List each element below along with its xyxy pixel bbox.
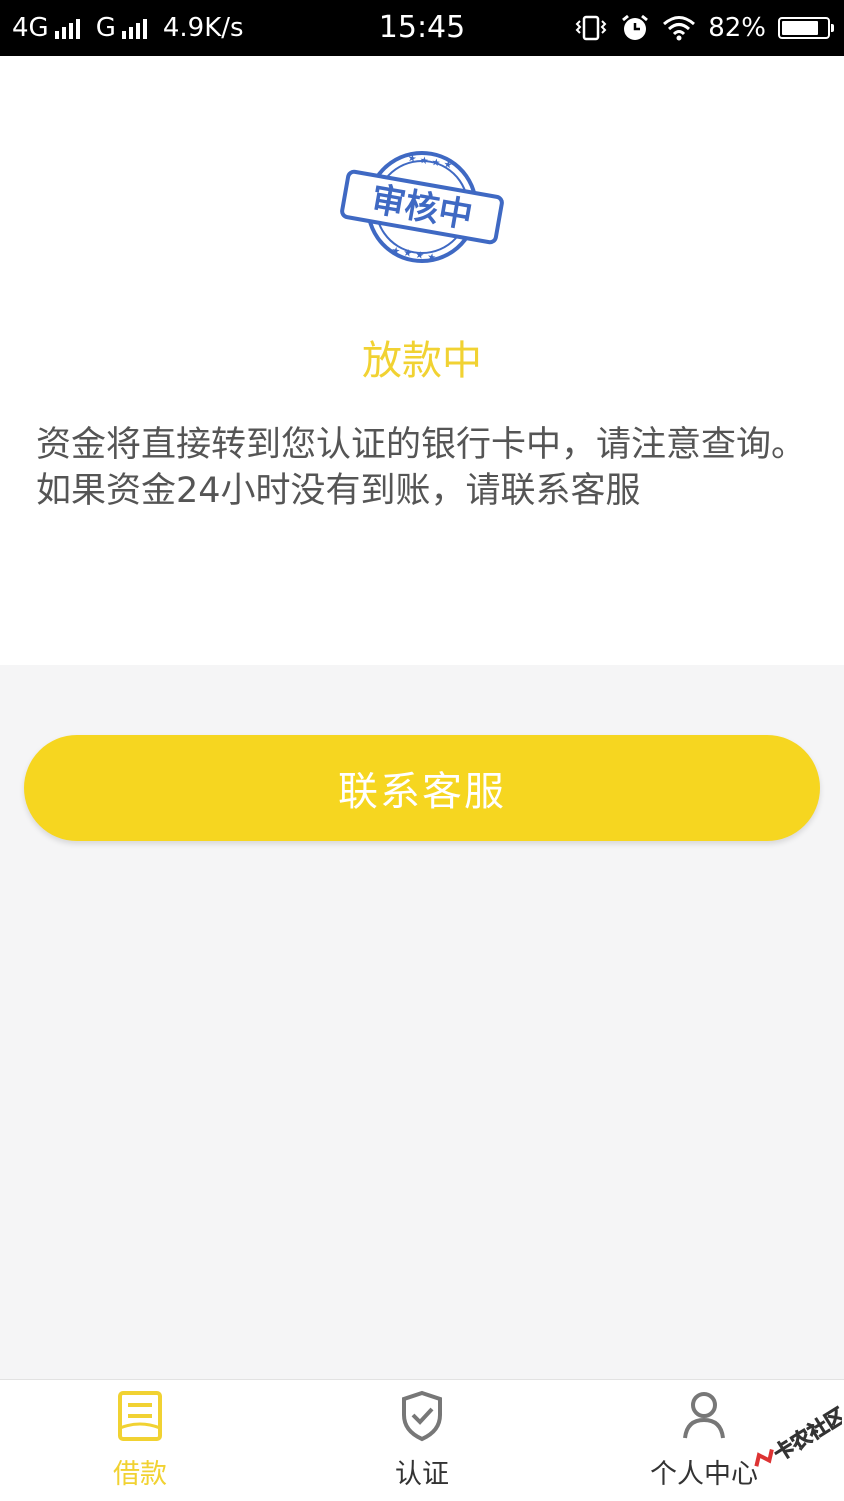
- tab-loan[interactable]: 借款: [60, 1380, 220, 1501]
- wifi-icon: [663, 16, 696, 41]
- watermark-text: 卡农社区: [769, 1404, 842, 1466]
- alarm-icon: [622, 14, 649, 40]
- battery-percent: 82%: [708, 13, 766, 43]
- bottom-tab-bar: 借款 认证 个人中心: [0, 1379, 844, 1501]
- tab-verify[interactable]: 认证: [342, 1380, 502, 1501]
- battery-fill: [782, 21, 819, 35]
- status-panel: ★ ★ ★ ★ ★ ★ ★ ★ 审核中 放款中 资金将直接转到您认证的银行卡中，…: [0, 56, 844, 665]
- tab-loan-label: 借款: [113, 1459, 167, 1490]
- contact-support-button[interactable]: 联系客服: [24, 735, 820, 841]
- reviewing-stamp-icon: ★ ★ ★ ★ ★ ★ ★ ★ 审核中: [340, 151, 504, 264]
- status-right: 82%: [574, 0, 834, 56]
- status-bar: 4G G 4.9K/s 15:45 82%: [0, 0, 844, 56]
- stamp-text: 审核中: [368, 179, 475, 236]
- status-title: 放款中: [362, 338, 482, 384]
- person-icon: [683, 1392, 725, 1439]
- status-description: 资金将直接转到您认证的银行卡中，请注意查询。如果资金24小时没有到账，请联系客服: [36, 425, 807, 511]
- watermark-logo: 卡农社区: [754, 1404, 842, 1467]
- vibrate-icon: [575, 15, 607, 41]
- shield-check-icon: [402, 1390, 442, 1442]
- svg-text:★ ★ ★ ★: ★ ★ ★ ★: [407, 153, 454, 172]
- tab-verify-label: 认证: [395, 1459, 449, 1490]
- battery-icon: [778, 17, 834, 39]
- document-icon: [118, 1391, 162, 1441]
